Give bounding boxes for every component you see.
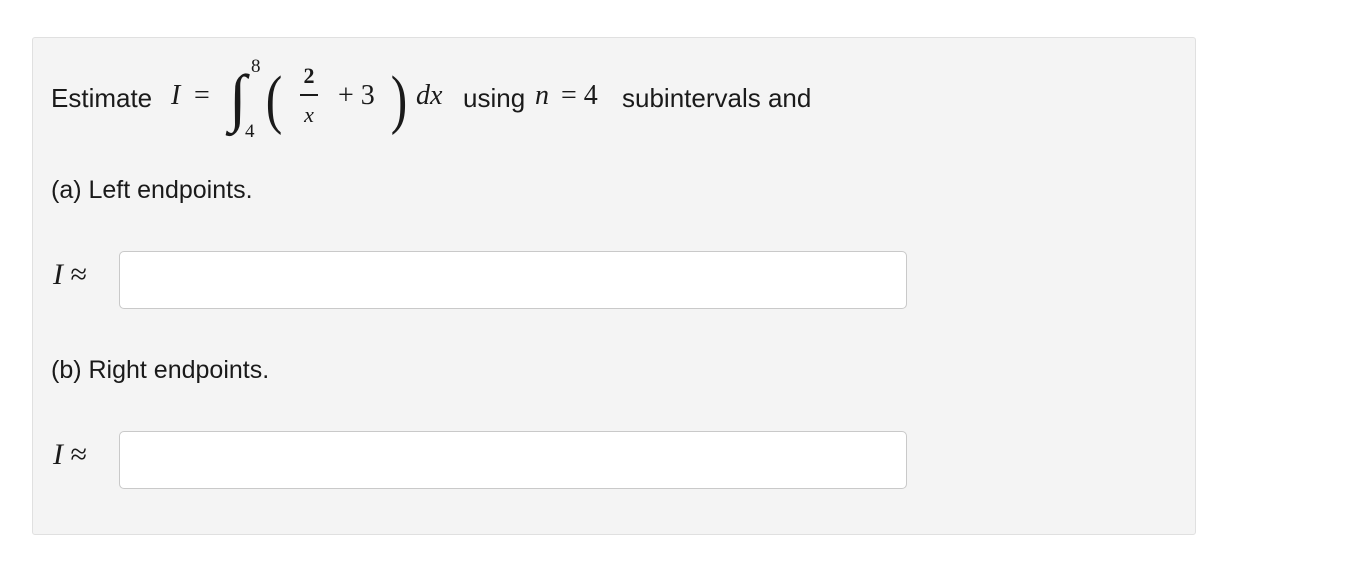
lower-limit: 4: [245, 121, 255, 142]
approx-symbol: ≈: [70, 258, 87, 291]
part-b-answer-prefix: I ≈: [53, 438, 87, 472]
integral-sign: ∫: [229, 62, 247, 133]
right-endpoints-answer-input[interactable]: [119, 431, 907, 489]
fraction-numerator: 2: [303, 63, 315, 88]
n-equals-four: = 4: [561, 80, 598, 111]
fraction-denominator: x: [304, 102, 314, 127]
using-text: using: [463, 83, 526, 113]
question-panel: Estimate I = ∫ 8 4 ( 2 x + 3 ) dx using …: [32, 37, 1196, 535]
answer-variable-I: I: [53, 258, 63, 291]
left-paren: (: [265, 63, 283, 136]
right-paren: ): [390, 63, 408, 136]
part-a-label: (a) Left endpoints.: [51, 176, 253, 204]
integral-variable-I: I: [171, 80, 181, 111]
part-b-label: (b) Right endpoints.: [51, 356, 270, 384]
upper-limit: 8: [251, 56, 261, 77]
plus-three: + 3: [338, 80, 375, 111]
estimate-text: Estimate: [51, 83, 153, 113]
fraction-bar: [300, 94, 318, 96]
n-variable: n: [535, 80, 549, 111]
left-endpoints-answer-input[interactable]: [119, 251, 907, 309]
part-a-answer-prefix: I ≈: [53, 258, 87, 292]
dx-term: dx: [416, 80, 443, 111]
equals-sign: =: [194, 80, 210, 111]
subintervals-text: subintervals and: [622, 83, 812, 113]
answer-variable-I: I: [53, 438, 63, 471]
approx-symbol: ≈: [70, 438, 87, 471]
